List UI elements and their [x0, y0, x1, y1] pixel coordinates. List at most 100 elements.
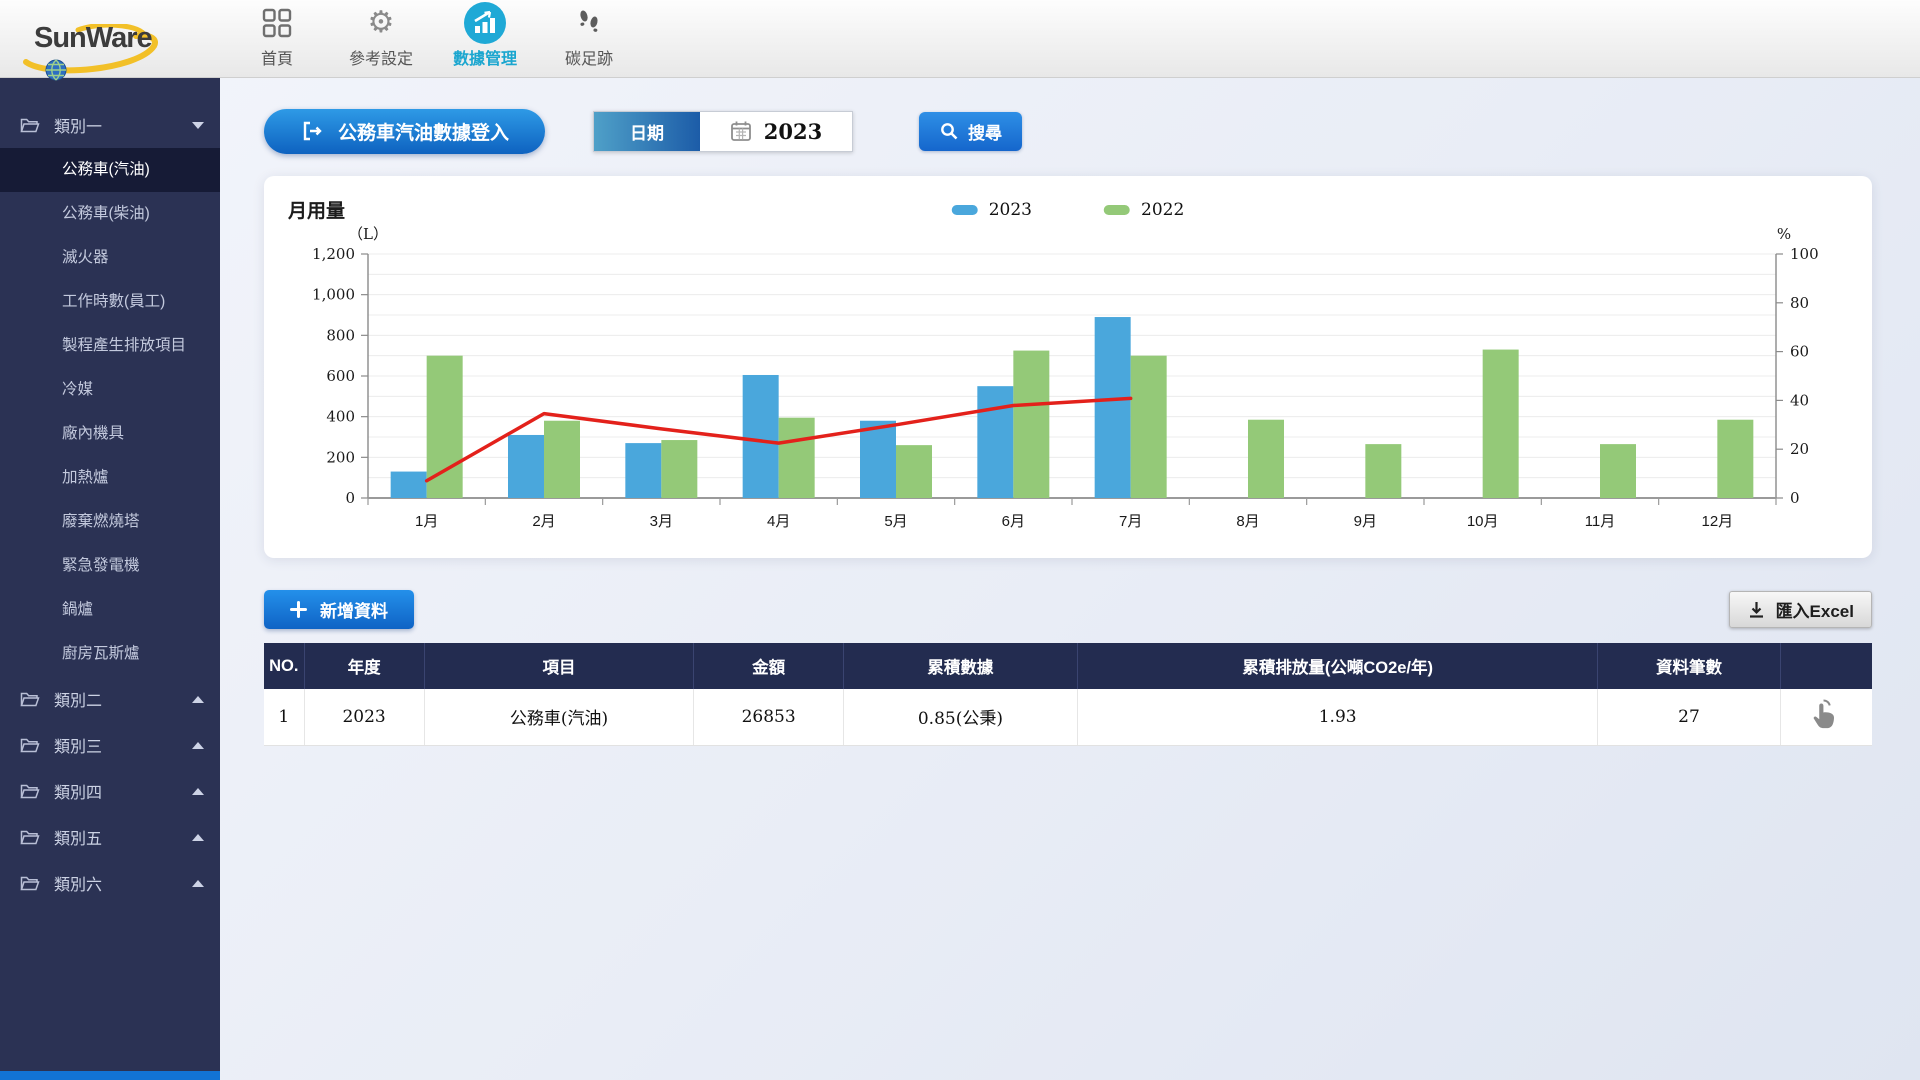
- table-header-cell: 資料筆數: [1598, 643, 1780, 689]
- monthly-usage-chart: 02004006008001,0001,200020406080100（L）%1…: [288, 226, 1848, 544]
- sidebar-item[interactable]: 廠內機具: [0, 412, 220, 456]
- svg-text:600: 600: [326, 367, 355, 385]
- row-action-cell: [1780, 689, 1872, 745]
- import-excel-button[interactable]: 匯入Excel: [1729, 591, 1872, 628]
- controls-row: 公務車汽油數據登入 日期 2023 搜尋: [264, 108, 1872, 154]
- svg-text:12月: 12月: [1701, 513, 1733, 530]
- bar-2023-6月: [977, 386, 1013, 498]
- svg-text:40: 40: [1790, 391, 1809, 409]
- bar-2023-5月: [860, 421, 896, 498]
- legend-entry-2022[interactable]: 2022: [1104, 200, 1184, 220]
- add-data-button[interactable]: 新增資料: [264, 590, 414, 629]
- svg-text:4月: 4月: [767, 513, 790, 530]
- nav-item-data-management[interactable]: 數據管理: [433, 0, 537, 77]
- legend-swatch: [952, 205, 978, 215]
- sidebar-category-1[interactable]: 類別一: [0, 102, 220, 148]
- svg-text:400: 400: [326, 408, 355, 426]
- nav-label: 首頁: [261, 45, 293, 69]
- nav-item-settings[interactable]: ⚙ 參考設定: [329, 0, 433, 77]
- search-button[interactable]: 搜尋: [919, 112, 1022, 151]
- bar-2022-3月: [661, 440, 697, 498]
- sidebar-category-6[interactable]: 類別六: [0, 860, 220, 906]
- monthly-usage-chart-card: 月用量 20232022 02004006008001,0001,2000204…: [264, 176, 1872, 558]
- hand-pointer-icon: [1811, 698, 1841, 730]
- nav-label: 碳足跡: [565, 45, 613, 69]
- search-icon: [939, 121, 959, 141]
- sidebar-item[interactable]: 鍋爐: [0, 588, 220, 632]
- chart-title: 月用量: [288, 196, 345, 223]
- chevron-up-icon: [192, 788, 204, 795]
- sidebar-category-5[interactable]: 類別五: [0, 814, 220, 860]
- sidebar-item[interactable]: 緊急發電機: [0, 544, 220, 588]
- main-content: 公務車汽油數據登入 日期 2023 搜尋 月: [220, 78, 1920, 1080]
- sidebar-item[interactable]: 廚房瓦斯爐: [0, 632, 220, 676]
- bar-2022-4月: [779, 418, 815, 498]
- svg-text:200: 200: [326, 448, 355, 466]
- date-tab-label: 日期: [630, 119, 664, 144]
- sidebar-item[interactable]: 冷媒: [0, 368, 220, 412]
- svg-text:9月: 9月: [1354, 513, 1377, 530]
- bar-2022-6月: [1013, 351, 1049, 498]
- svg-text:7月: 7月: [1119, 513, 1142, 530]
- brand-logo[interactable]: SunWare: [0, 22, 225, 55]
- chart-legend: 2023 2022: [952, 200, 1185, 220]
- bar-2023-3月: [625, 443, 661, 498]
- nav-item-carbon-footprint[interactable]: 碳足跡: [537, 0, 641, 77]
- sidebar-bottom-accent: [0, 1071, 220, 1080]
- sidebar-item[interactable]: 加熱爐: [0, 456, 220, 500]
- chevron-down-icon: [192, 122, 204, 129]
- login-button-label: 公務車汽油數據登入: [338, 118, 509, 145]
- svg-text:0: 0: [1790, 489, 1800, 507]
- bar-2022-10月: [1483, 350, 1519, 498]
- plus-icon: [290, 601, 307, 618]
- sidebar-item[interactable]: 公務車(汽油): [0, 148, 220, 192]
- year-select[interactable]: 2023: [700, 112, 852, 151]
- sidebar-item[interactable]: 工作時數(員工): [0, 280, 220, 324]
- year-value: 2023: [764, 119, 822, 144]
- chevron-up-icon: [192, 834, 204, 841]
- svg-text:3月: 3月: [650, 513, 673, 530]
- category-label: 類別一: [54, 113, 102, 137]
- bar-2022-8月: [1248, 420, 1284, 498]
- legend-entry-2023[interactable]: 2023: [952, 200, 1032, 220]
- download-icon: [1747, 600, 1766, 619]
- svg-text:11月: 11月: [1585, 513, 1616, 530]
- grid-icon: [262, 0, 292, 45]
- table-cell: 1.93: [1077, 689, 1598, 745]
- svg-text:10月: 10月: [1467, 513, 1499, 530]
- table-header-cell: 金額: [694, 643, 844, 689]
- sidebar-item[interactable]: 廢棄燃燒塔: [0, 500, 220, 544]
- enter-arrow-icon: [300, 119, 324, 143]
- bar-chart-icon: [463, 0, 507, 45]
- brand-name: SunWare: [34, 22, 152, 54]
- category-label: 類別六: [54, 871, 102, 895]
- sidebar-item[interactable]: 公務車(柴油): [0, 192, 220, 236]
- footprints-icon: [575, 0, 603, 45]
- bar-2023-2月: [508, 435, 544, 498]
- date-filter-toggle: 日期 2023: [593, 111, 853, 152]
- vehicle-fuel-data-entry-button[interactable]: 公務車汽油數據登入: [264, 109, 545, 154]
- sidebar-category-2[interactable]: 類別二: [0, 676, 220, 722]
- date-tab[interactable]: 日期: [594, 112, 700, 151]
- sidebar-item[interactable]: 滅火器: [0, 236, 220, 280]
- table-header-cell: NO.: [264, 643, 304, 689]
- sidebar-category-3[interactable]: 類別三: [0, 722, 220, 768]
- sidebar-category-4[interactable]: 類別四: [0, 768, 220, 814]
- svg-text:（L）: （L）: [348, 226, 388, 243]
- chart-svg: 02004006008001,0001,200020406080100（L）%1…: [288, 226, 1848, 544]
- bar-2023-4月: [743, 375, 779, 498]
- table-header-cell: 年度: [304, 643, 424, 689]
- nav-item-home[interactable]: 首頁: [225, 0, 329, 77]
- legend-swatch: [1104, 205, 1130, 215]
- svg-text:60: 60: [1790, 343, 1809, 361]
- legend-label: 2023: [989, 200, 1032, 220]
- table-actions-row: 新增資料 匯入Excel: [264, 590, 1872, 629]
- sidebar-item[interactable]: 製程產生排放項目: [0, 324, 220, 368]
- row-detail-button[interactable]: [1811, 698, 1841, 733]
- bar-2022-2月: [544, 421, 580, 498]
- nav-label: 數據管理: [453, 45, 517, 69]
- table-header-cell: [1780, 643, 1872, 689]
- bar-2023-7月: [1095, 317, 1131, 498]
- table-cell: 0.85(公秉): [843, 689, 1077, 745]
- chevron-up-icon: [192, 696, 204, 703]
